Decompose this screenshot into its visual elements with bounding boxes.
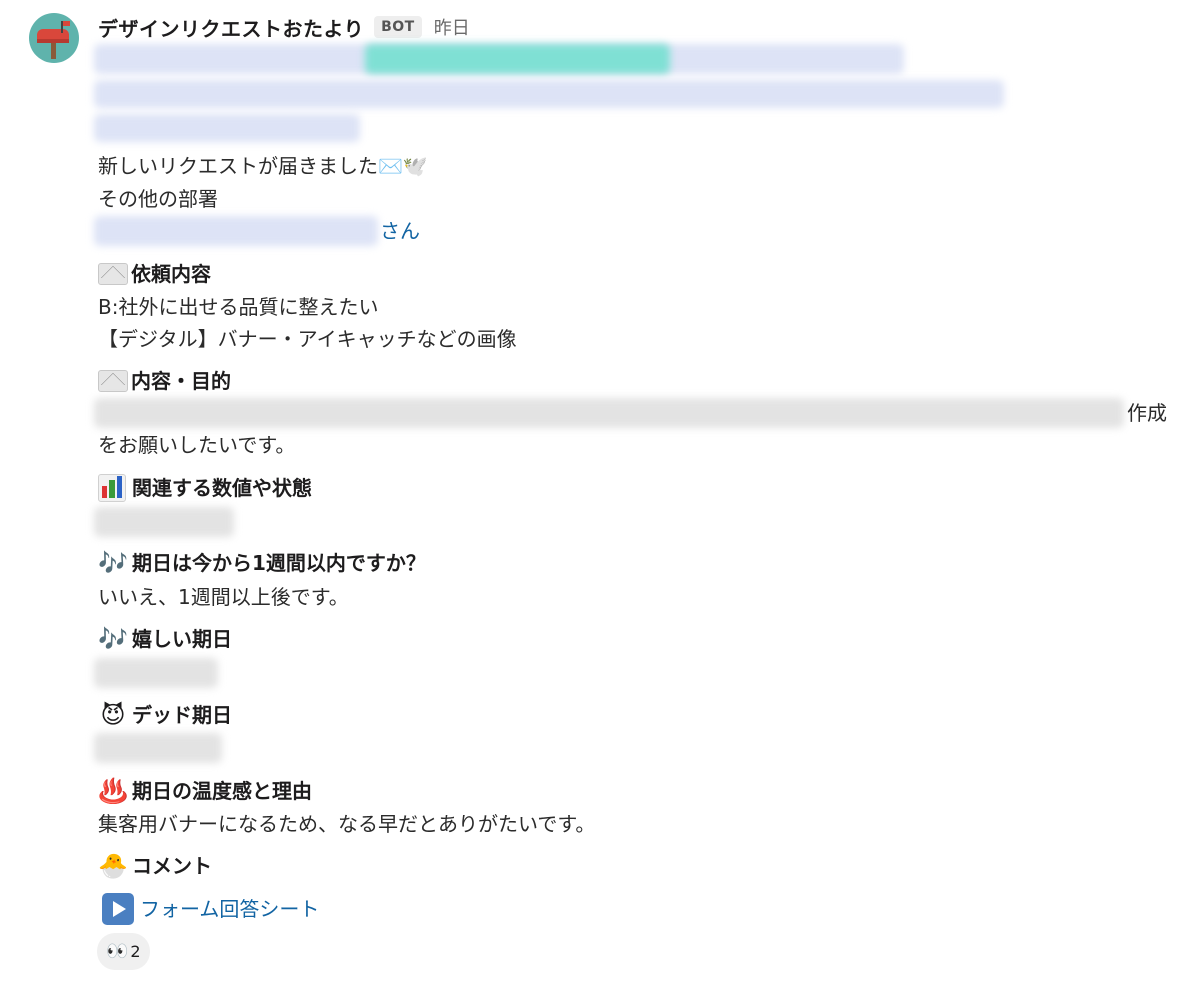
dead-date-label: デッド期日 — [132, 703, 232, 727]
purpose-heading-label: 内容・目的 — [131, 369, 231, 393]
redacted-requester — [94, 216, 378, 246]
metrics-heading: 関連する数値や状態 — [98, 473, 312, 503]
eyes-reaction-button[interactable]: 👀 2 — [97, 933, 150, 970]
dead-date-heading: 😈 デッド期日 — [98, 700, 232, 730]
eyes-icon: 👀 — [106, 941, 129, 962]
devil-icon: 😈 — [100, 701, 126, 729]
redacted-highlight — [365, 44, 670, 74]
hatching-chick-icon: 🐣 — [98, 852, 128, 880]
request-line-2: 【デジタル】バナー・アイキャッチなどの画像 — [98, 327, 517, 351]
hot-springs-icon: ♨️ — [98, 777, 128, 805]
deadline-question-heading: 🎶 期日は今から1週間以内ですか？ — [98, 548, 426, 578]
purpose-line-2: をお願いしたいです。 — [98, 433, 296, 457]
request-heading: 依頼内容 — [98, 259, 211, 289]
comment-heading-label: コメント — [132, 854, 212, 878]
bar-chart-icon — [98, 474, 126, 502]
request-line-1: B:社外に出せる品質に整えたい — [98, 295, 379, 319]
bot-badge: BOT — [374, 16, 422, 38]
requester-mention-suffix[interactable]: さん — [380, 216, 420, 246]
urgency-heading: ♨️ 期日の温度感と理由 — [98, 776, 312, 806]
envelope-icon — [98, 263, 128, 285]
redacted-block — [94, 80, 1004, 108]
urgency-text: 集客用バナーになるため、なる早だとありがたいです。 — [98, 812, 596, 836]
form-answer-sheet-link[interactable]: フォーム回答シート — [140, 894, 319, 924]
preferred-date-label: 嬉しい期日 — [132, 627, 232, 651]
redacted-purpose — [94, 398, 1124, 428]
music-notes-icon: 🎶 — [98, 625, 128, 653]
purpose-heading: 内容・目的 — [98, 366, 231, 396]
reaction-count: 2 — [130, 942, 141, 961]
deadline-question-label: 期日は今から1週間以内ですか？ — [132, 551, 426, 575]
deadline-question-answer: いいえ、1週間以上後です。 — [98, 585, 349, 609]
sender-name[interactable]: デザインリクエストおたより — [98, 13, 364, 42]
message-header: デザインリクエストおたより BOT 昨日 — [98, 12, 470, 42]
urgency-heading-label: 期日の温度感と理由 — [132, 779, 312, 803]
redacted-preferred-date — [94, 658, 218, 688]
request-heading-label: 依頼内容 — [131, 262, 211, 286]
comment-heading: 🐣 コメント — [98, 851, 212, 881]
play-button-icon — [102, 893, 134, 925]
bot-avatar[interactable] — [29, 13, 79, 63]
timestamp[interactable]: 昨日 — [434, 14, 470, 40]
preferred-date-heading: 🎶 嬉しい期日 — [98, 624, 232, 654]
form-link-row: フォーム回答シート — [102, 893, 319, 925]
mailbox-icon — [37, 21, 70, 59]
redacted-dead-date — [94, 733, 222, 763]
redacted-block — [94, 114, 360, 142]
metrics-heading-label: 関連する数値や状態 — [132, 476, 312, 500]
intro-text: 新しいリクエストが届きました✉️🕊️ — [98, 154, 428, 178]
music-notes-icon: 🎶 — [98, 549, 128, 577]
department-text: その他の部署 — [98, 187, 218, 211]
redacted-metrics — [94, 507, 234, 537]
envelope-icon — [98, 370, 128, 392]
purpose-suffix: 作成 — [1127, 401, 1167, 425]
